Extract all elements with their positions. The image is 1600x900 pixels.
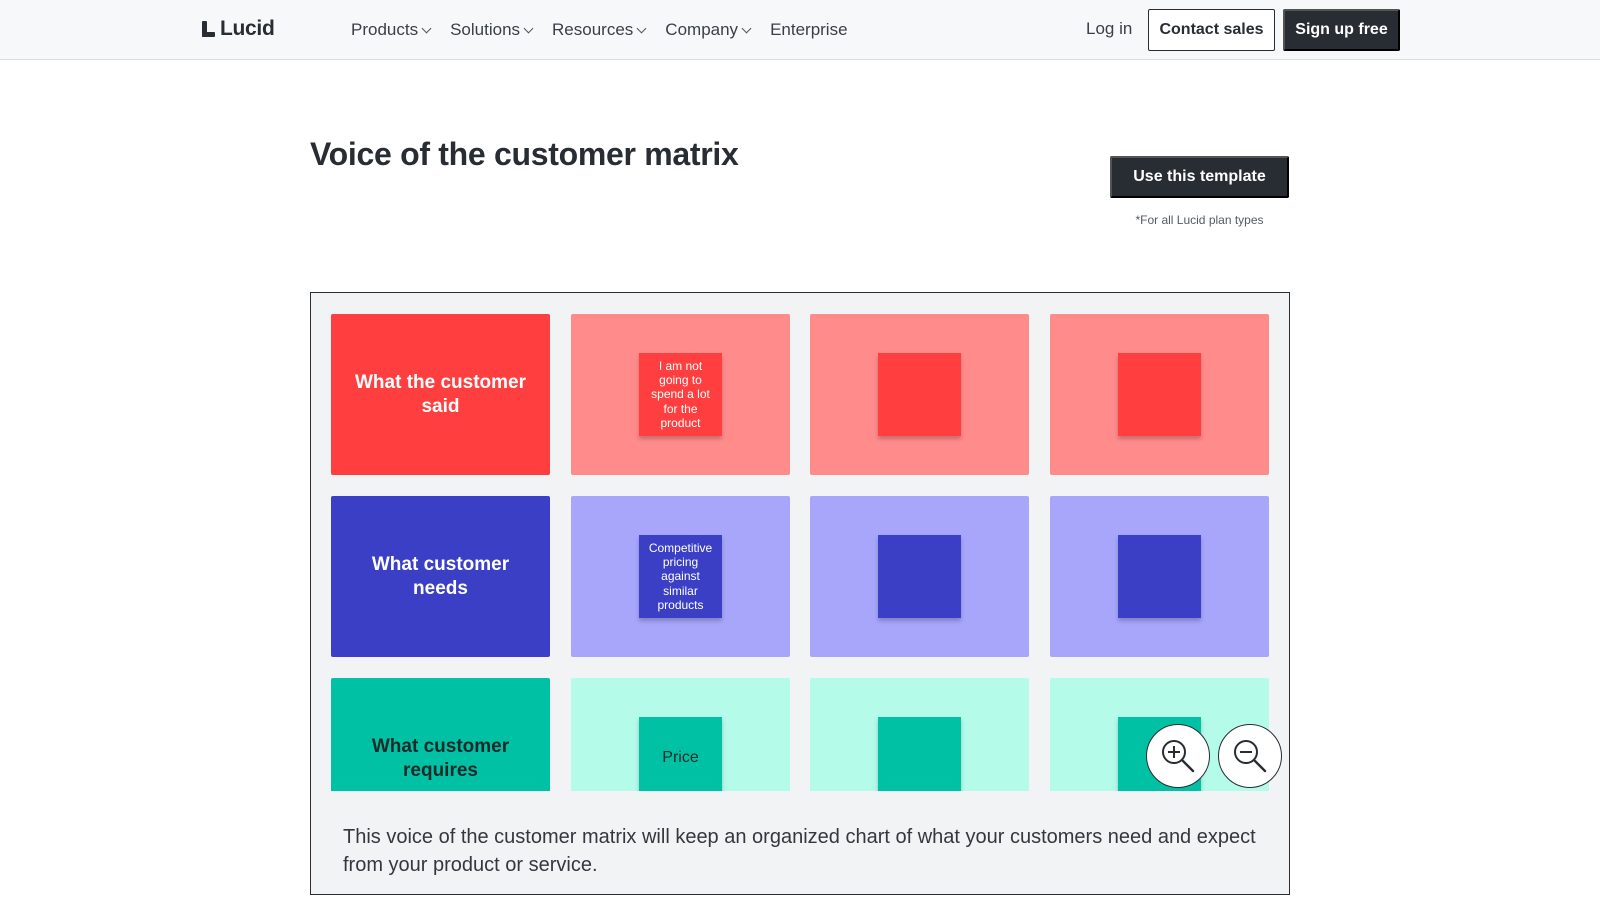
sticky-note: Price: [639, 717, 722, 791]
row-header-text: What the customer said: [354, 371, 527, 417]
lucid-logo-icon: [202, 19, 216, 39]
matrix-cell: [1050, 496, 1269, 657]
row-header-text: What customer requires: [371, 735, 510, 781]
matrix-row-header: What customer needs: [331, 496, 550, 657]
nav-item-solutions[interactable]: Solutions: [450, 19, 534, 40]
matrix-cell: Competitive pricing against similar prod…: [571, 496, 790, 657]
chevron-down-icon: [421, 23, 432, 33]
matrix-row-header: What the customer said: [331, 314, 550, 475]
top-navigation-bar: Lucid Products Solutions Resources Compa…: [0, 0, 1600, 60]
sign-up-free-button[interactable]: Sign up free: [1283, 9, 1400, 51]
nav-item-company[interactable]: Company: [665, 19, 752, 40]
nav-label: Enterprise: [770, 19, 848, 39]
matrix-cell: Price: [571, 678, 790, 791]
sticky-note: I am not going to spend a lot for the pr…: [639, 353, 722, 436]
nav-item-products[interactable]: Products: [351, 19, 432, 40]
sticky-note: [878, 535, 961, 618]
nav-item-resources[interactable]: Resources: [552, 19, 647, 40]
nav-label: Solutions: [450, 19, 521, 39]
chevron-down-icon: [636, 23, 647, 33]
page-title: Voice of the customer matrix: [310, 136, 739, 172]
matrix-cell: [810, 314, 1029, 475]
nav-label: Products: [351, 19, 419, 39]
nav-label: Company: [665, 19, 739, 39]
sticky-note: [878, 717, 961, 791]
zoom-out-icon: [1234, 740, 1267, 773]
logo-text: Lucid: [220, 17, 275, 40]
contact-sales-button[interactable]: Contact sales: [1148, 9, 1275, 51]
nav-item-enterprise[interactable]: Enterprise: [770, 20, 847, 40]
matrix-row-header: What customer requires: [331, 678, 550, 791]
matrix-cell: [810, 496, 1029, 657]
lucid-logo[interactable]: Lucid: [202, 17, 275, 41]
sticky-note: [1118, 535, 1201, 618]
plan-note: *For all Lucid plan types: [1135, 213, 1264, 227]
zoom-in-button[interactable]: [1146, 724, 1210, 788]
main-nav: Products Solutions Resources Company Ent…: [351, 0, 868, 59]
sticky-note: [1118, 353, 1201, 436]
sticky-note: [878, 353, 961, 436]
zoom-in-icon: [1162, 740, 1195, 773]
nav-label: Resources: [552, 19, 634, 39]
chevron-down-icon: [523, 23, 534, 33]
matrix-cell: I am not going to spend a lot for the pr…: [571, 314, 790, 475]
template-preview[interactable]: What the customer said I am not going to…: [310, 292, 1290, 792]
use-template-button[interactable]: Use this template: [1110, 156, 1289, 198]
login-link[interactable]: Log in: [1086, 19, 1132, 39]
zoom-out-button[interactable]: [1218, 724, 1282, 788]
sticky-note: Competitive pricing against similar prod…: [639, 535, 722, 618]
template-description: This voice of the customer matrix will k…: [310, 791, 1290, 895]
row-header-text: What customer needs: [371, 553, 510, 599]
matrix-cell: [1050, 314, 1269, 475]
chevron-down-icon: [741, 23, 752, 33]
matrix-cell: [810, 678, 1029, 791]
